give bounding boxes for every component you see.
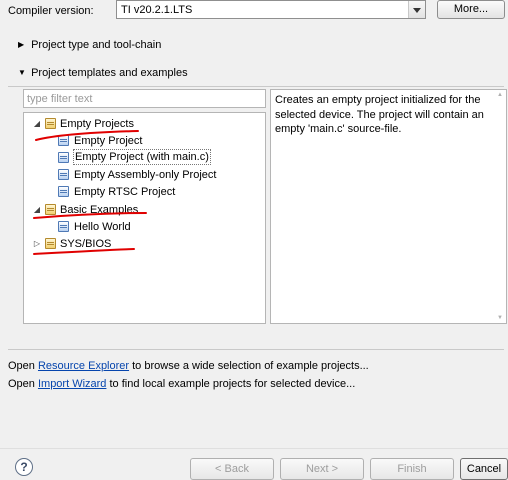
scroll-down-icon[interactable]: ▼ — [497, 315, 503, 321]
cancel-button[interactable]: Cancel — [460, 458, 508, 480]
section-project-templates[interactable]: ▼ Project templates and examples — [18, 66, 188, 80]
info-import-wizard: Open Import Wizard to find local example… — [8, 378, 356, 390]
filter-input[interactable] — [27, 91, 262, 106]
resource-explorer-link[interactable]: Resource Explorer — [38, 360, 129, 372]
finish-button[interactable]: Finish — [370, 458, 454, 480]
section-project-templates-label: Project templates and examples — [31, 67, 188, 79]
description-text: Creates an empty project initialized for… — [275, 94, 484, 135]
template-tree[interactable]: ◢ Empty Projects Empty Project Empty Pro… — [23, 112, 266, 324]
back-button[interactable]: < Back — [190, 458, 274, 480]
project-icon — [58, 186, 69, 197]
collapse-icon[interactable]: ◢ — [32, 116, 42, 132]
project-icon — [58, 135, 69, 146]
compiler-version-select[interactable]: TI v20.2.1.LTS — [116, 0, 426, 19]
expand-icon[interactable]: ▷ — [32, 236, 42, 252]
info-resource-explorer: Open Resource Explorer to browse a wide … — [8, 360, 369, 372]
footer-divider — [0, 448, 508, 449]
folder-icon — [45, 238, 56, 249]
section-project-type[interactable]: ▶ Project type and tool-chain — [18, 38, 161, 52]
more-button[interactable]: More... — [437, 0, 505, 19]
chevron-down-icon: ▼ — [18, 68, 26, 77]
template-description: Creates an empty project initialized for… — [270, 89, 507, 324]
section-project-type-label: Project type and tool-chain — [31, 39, 162, 51]
compiler-version-label: Compiler version: — [8, 5, 94, 17]
folder-icon — [45, 204, 56, 215]
folder-icon — [45, 118, 56, 129]
help-icon[interactable]: ? — [15, 458, 33, 476]
filter-field[interactable] — [23, 89, 266, 108]
project-icon — [58, 169, 69, 180]
import-wizard-link[interactable]: Import Wizard — [38, 378, 106, 390]
chevron-right-icon: ▶ — [18, 40, 25, 49]
scroll-up-icon[interactable]: ▲ — [497, 92, 503, 98]
chevron-down-icon[interactable] — [408, 1, 425, 18]
project-icon — [58, 221, 69, 232]
compiler-version-value: TI v20.2.1.LTS — [121, 4, 193, 16]
next-button[interactable]: Next > — [280, 458, 364, 480]
project-icon — [58, 152, 69, 163]
collapse-icon[interactable]: ◢ — [32, 202, 42, 218]
description-scrollbar[interactable]: ▲ ▼ — [494, 90, 506, 323]
